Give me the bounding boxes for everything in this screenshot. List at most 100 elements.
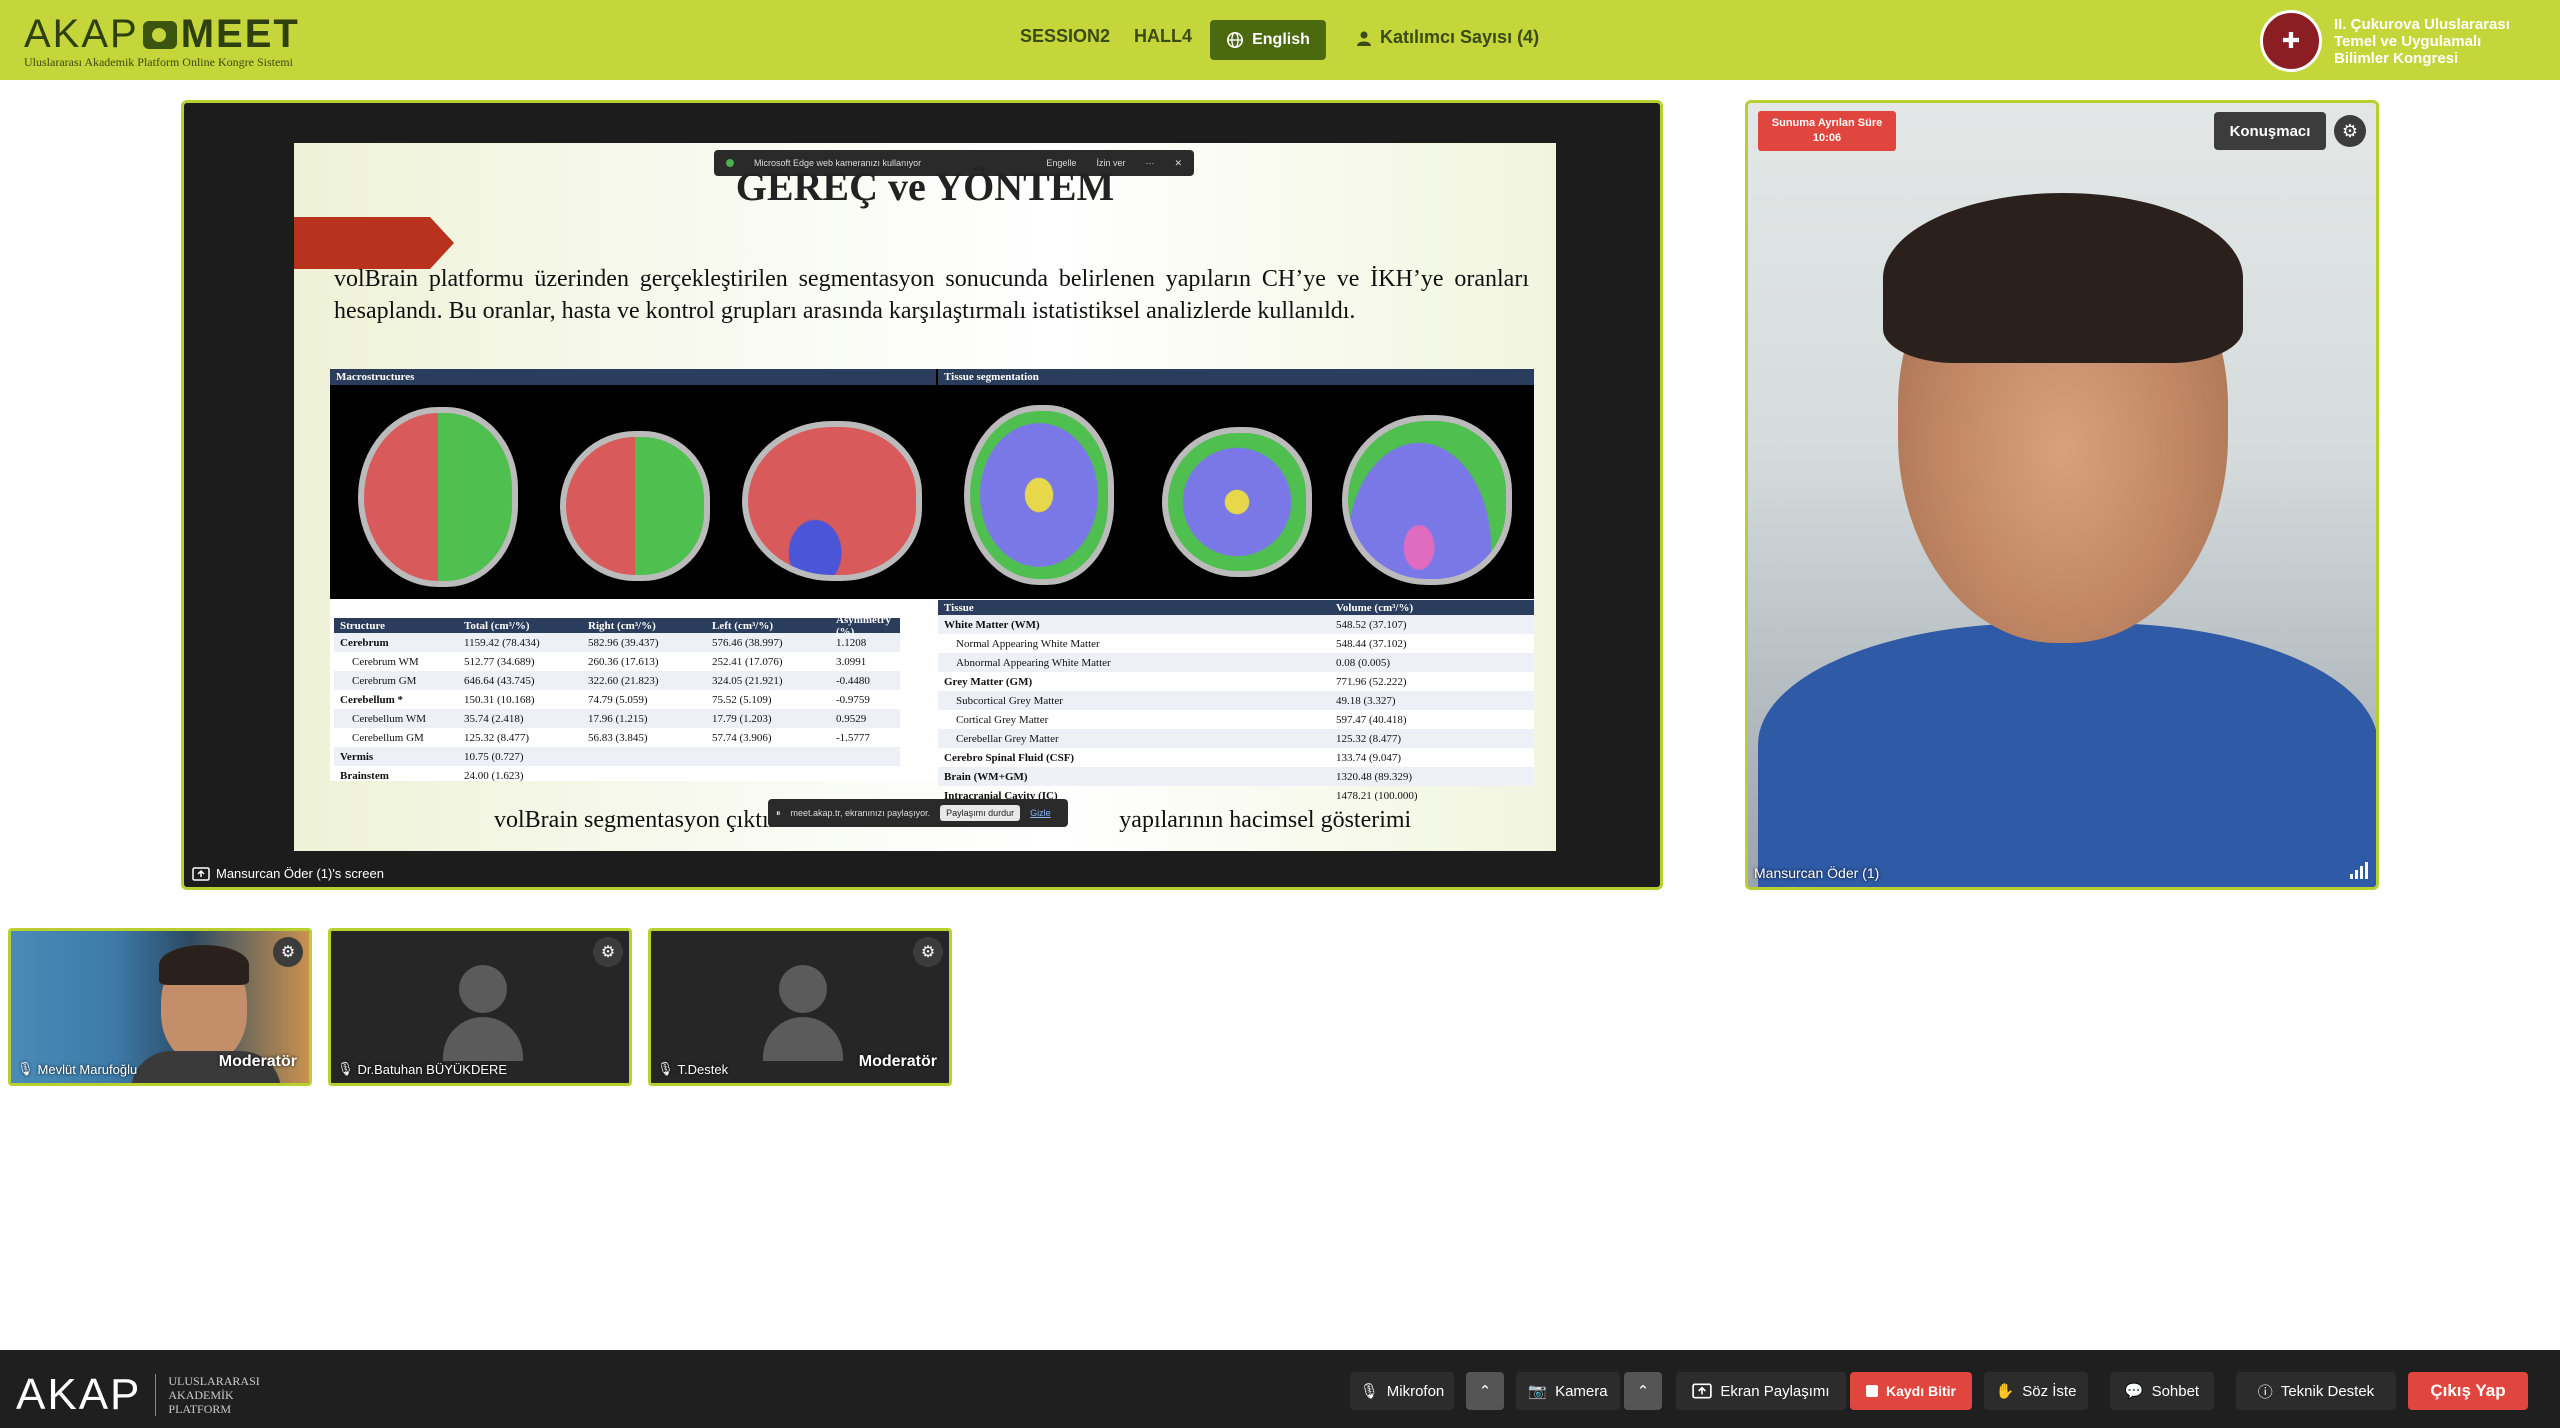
segmentation-figure: Macrostructures Tissue segmentation Stru… xyxy=(330,369,1534,802)
table-cell: Cerebrum xyxy=(340,636,389,649)
avatar-placeholder-icon xyxy=(459,965,507,1013)
mic-muted-icon: 🎙 xyxy=(17,1061,34,1076)
participant-name-label: 🎙 T.Destek xyxy=(657,1061,728,1077)
gear-icon[interactable]: ⚙ xyxy=(913,937,943,967)
table-cell: Abnormal Appearing White Matter xyxy=(956,656,1111,669)
stop-sharing-button[interactable]: Paylaşımı durdur xyxy=(940,805,1021,821)
timer-value: 10:06 xyxy=(1812,132,1842,144)
camera-button[interactable]: 📷 Kamera xyxy=(1516,1372,1620,1410)
participant-tile-2[interactable]: ⚙ 🎙 Dr.Batuhan BÜYÜKDERE xyxy=(328,928,632,1086)
screen-share-notice: ⏸ meet.akap.tr, ekranınızı paylaşıyor. P… xyxy=(768,799,1068,827)
table-cell: 252.41 (17.076) xyxy=(712,655,783,668)
table-row: White Matter (WM) 548.52 (37.107) xyxy=(938,615,1534,634)
gear-icon[interactable]: ⚙ xyxy=(273,937,303,967)
speaker-video-tile[interactable]: Sunuma Ayrılan Süre 10:06 Konuşmacı ⚙ Ma… xyxy=(1745,100,2379,890)
table-row: Cortical Grey Matter 597.47 (40.418) xyxy=(938,710,1534,729)
brain-sagittal-tissue xyxy=(1342,415,1512,585)
technical-support-button[interactable]: ⓘ Teknik Destek xyxy=(2236,1372,2396,1410)
slide-title: GEREÇ ve YÖNTEM xyxy=(735,164,1115,209)
stop-recording-button[interactable]: Kaydı Bitir xyxy=(1850,1372,1972,1410)
speaker-hair xyxy=(1883,193,2243,363)
table-row: Cerebrum WM 512.77 (34.689) 260.36 (17.613… xyxy=(334,652,900,671)
table-header-cell: Structure xyxy=(340,619,386,632)
language-button[interactable]: English xyxy=(1210,20,1326,60)
avatar-body-icon xyxy=(763,1017,843,1061)
footer-logo-text: AKAP xyxy=(16,1370,142,1419)
table-cell: 57.74 (3.906) xyxy=(712,731,772,744)
table-cell: 646.64 (43.745) xyxy=(464,674,535,687)
help-circle-icon: ⓘ xyxy=(2257,1383,2273,1401)
shared-screen-tile[interactable]: Microsoft Edge web kameranızı kullanıyor… xyxy=(181,100,1663,890)
macro-header: Macrostructures xyxy=(330,369,936,385)
gear-icon[interactable]: ⚙ xyxy=(2334,115,2366,147)
participant-tile-3[interactable]: ⚙ 🎙 T.Destek Moderatör xyxy=(648,928,952,1086)
congress-line-3: Bilimler Kongresi xyxy=(2334,49,2459,67)
participant-tile-1[interactable]: ⚙ 🎙 Mevlüt Marufoğlu Moderatör xyxy=(8,928,312,1086)
table-cell: 548.52 (37.107) xyxy=(1336,618,1407,631)
table-cell: 125.32 (8.477) xyxy=(464,731,530,744)
table-cell: Cerebellum WM xyxy=(352,712,427,725)
speaker-role-badge: Konuşmacı xyxy=(2214,112,2326,150)
brain-coronal-macro xyxy=(560,431,710,581)
table-row: Normal Appearing White Matter 548.44 (37.… xyxy=(938,634,1534,653)
raise-hand-button[interactable]: ✋ Söz İste xyxy=(1984,1372,2088,1410)
mic-muted-icon: 🎙 xyxy=(337,1061,354,1076)
table-cell: -1.5777 xyxy=(836,731,870,744)
participant-count[interactable]: Katılımcı Sayısı (4) xyxy=(1356,27,1539,48)
screen-share-icon xyxy=(192,866,210,881)
table-cell: 56.83 (3.845) xyxy=(588,731,648,744)
participant-count-label: Katılımcı Sayısı (4) xyxy=(1380,27,1540,47)
screen-owner-name: Mansurcan Öder (1)'s screen xyxy=(216,866,384,881)
table-cell: 74.79 (5.059) xyxy=(588,693,648,706)
brain-image-panel: Macrostructures Tissue segmentation xyxy=(330,369,1534,599)
table-row: Cerebro Spinal Fluid (CSF) 133.74 (9.047) xyxy=(938,748,1534,767)
chat-label: Sohbet xyxy=(2151,1382,2200,1400)
exit-button[interactable]: Çıkış Yap xyxy=(2408,1372,2528,1410)
table-cell: White Matter (WM) xyxy=(944,618,1040,631)
table-cell: Subcortical Grey Matter xyxy=(956,694,1063,707)
moderator-badge: Moderatör xyxy=(218,1053,297,1070)
macrostructure-table: Structure Total (cm³/%) Right (cm³/%) Left … xyxy=(334,614,900,785)
globe-icon xyxy=(1227,31,1244,49)
microphone-options-button[interactable]: ⌃ xyxy=(1466,1372,1504,1410)
brain-axial-macro xyxy=(358,407,518,587)
table-header: Structure Total (cm³/%) Right (cm³/%) Left … xyxy=(334,614,900,638)
signal-strength-icon xyxy=(2350,862,2368,879)
chat-button[interactable]: 💬 Sohbet xyxy=(2110,1372,2214,1410)
logo-subtitle: Uluslararası Akademik Platform Online Ko… xyxy=(24,55,293,69)
avatar-placeholder-icon xyxy=(779,965,827,1013)
pause-icon: ⏸ xyxy=(776,807,781,818)
speaker-body xyxy=(1758,623,2376,887)
chevron-up-icon: ⌃ xyxy=(1636,1383,1650,1400)
table-row: Cerebrum GM 646.64 (43.745) 322.60 (21.823… xyxy=(334,671,900,690)
microphone-off-icon: 🎙 xyxy=(1359,1383,1379,1400)
hand-icon: ✋ xyxy=(1995,1383,2015,1400)
table-cell: 3.0991 xyxy=(836,655,867,668)
table-row: Cerebellum GM 125.32 (8.477) 56.83 (3.845)… xyxy=(334,728,900,747)
table-header-cell: Tissue xyxy=(944,601,974,614)
participant-name-label: 🎙 Dr.Batuhan BÜYÜKDERE xyxy=(337,1061,507,1077)
table-cell: 512.77 (34.689) xyxy=(464,655,535,668)
top-bar: AKAP MEET Uluslararası Akademik Platform… xyxy=(0,0,2560,80)
camera-options-button[interactable]: ⌃ xyxy=(1624,1372,1662,1410)
raise-hand-label: Söz İste xyxy=(2022,1382,2077,1400)
congress-line-1: II. Çukurova Uluslararası xyxy=(2334,15,2510,33)
akap-footer-logo: AKAP ULUSLARARASI AKADEMİK PLATFORM xyxy=(16,1370,260,1420)
gear-icon[interactable]: ⚙ xyxy=(593,937,623,967)
presentation-slide: Microsoft Edge web kameranızı kullanıyor… xyxy=(294,143,1556,851)
table-cell: 35.74 (2.418) xyxy=(464,712,524,725)
table-cell: 324.05 (21.921) xyxy=(712,674,783,687)
table-cell: 771.96 (52.222) xyxy=(1336,675,1407,688)
table-cell: Cerebellar Grey Matter xyxy=(956,732,1059,745)
table-row: Cerebellum WM 35.74 (2.418) 17.96 (1.215) 1… xyxy=(334,709,900,728)
control-bar: AKAP ULUSLARARASI AKADEMİK PLATFORM 🎙 Mi… xyxy=(0,1350,2560,1428)
table-cell: Cerebro Spinal Fluid (CSF) xyxy=(944,751,1075,764)
table-row: Abnormal Appearing White Matter 0.08 (0.0… xyxy=(938,653,1534,672)
session-label: SESSION2 xyxy=(1020,26,1111,46)
logo-akap-text: AKAP xyxy=(24,12,139,56)
microphone-button[interactable]: 🎙 Mikrofon xyxy=(1350,1372,1454,1410)
table-cell: 133.74 (9.047) xyxy=(1336,751,1402,764)
chat-icon: 💬 xyxy=(2124,1383,2144,1400)
screen-share-button[interactable]: Ekran Paylaşımı xyxy=(1676,1372,1846,1410)
hide-share-notice-link[interactable]: Gizle xyxy=(1030,808,1051,818)
